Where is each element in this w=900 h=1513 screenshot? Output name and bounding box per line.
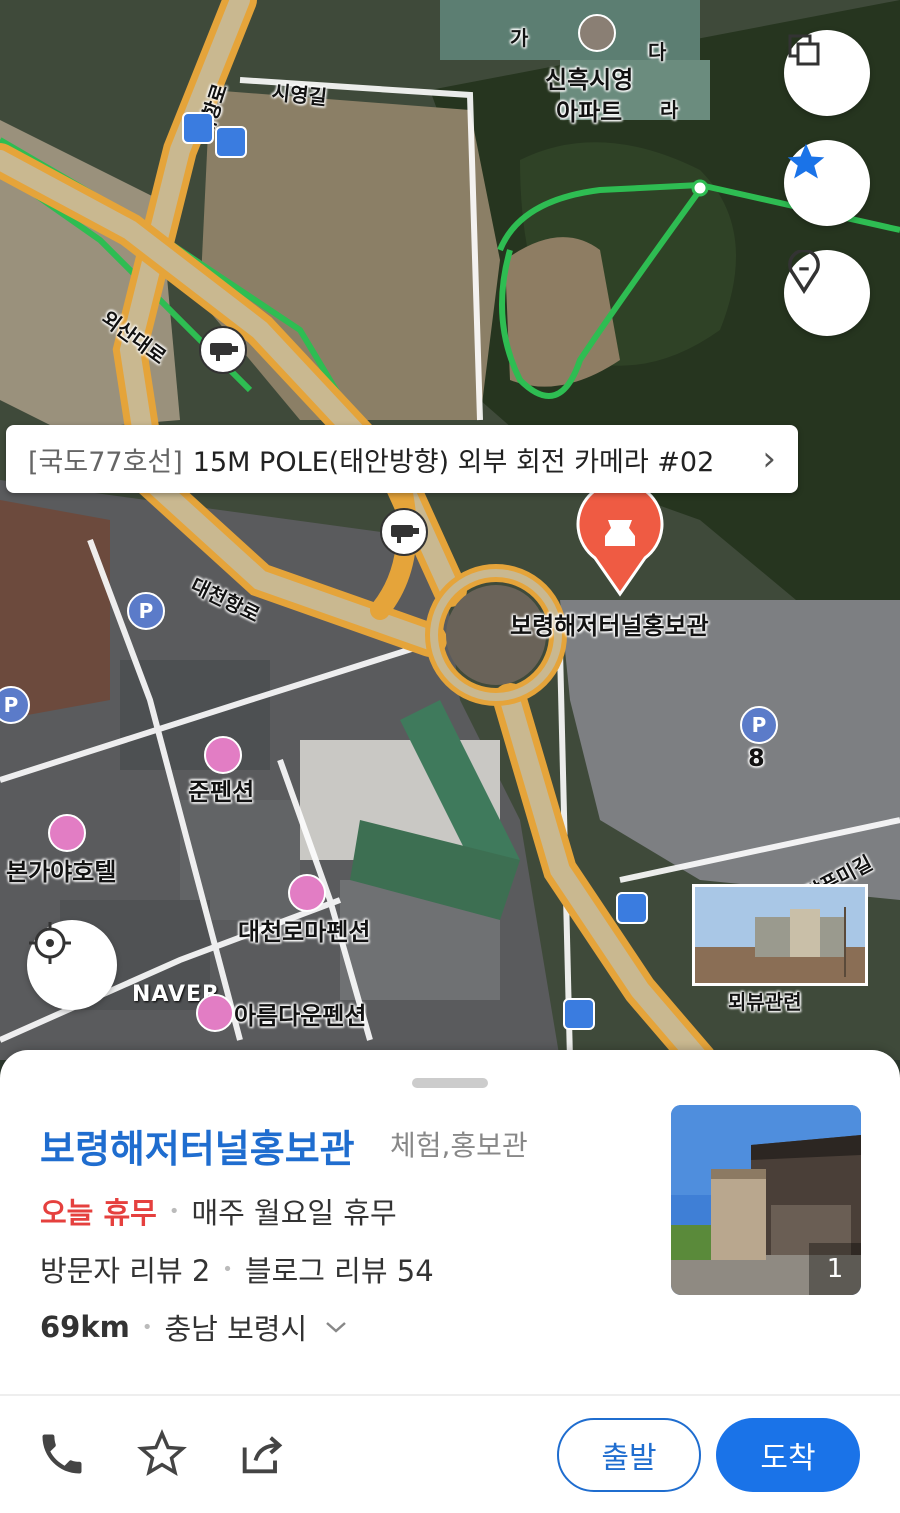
hours-row[interactable]: 오늘 휴무 • 매주 월요일 휴무 [40, 1190, 397, 1232]
separator-dot: • [168, 1200, 180, 1222]
place-title[interactable]: 보령해저터널홍보관 [40, 1118, 355, 1173]
arrive-route-button[interactable]: 도착 [716, 1418, 860, 1492]
apartment-icon[interactable] [578, 14, 616, 52]
bus-stop-icon[interactable] [182, 112, 214, 144]
distance-text: 69km [40, 1310, 130, 1344]
region-text: 충남 보령시 [164, 1312, 308, 1346]
share-button[interactable] [236, 1428, 288, 1480]
pension-icon[interactable] [204, 736, 242, 774]
divider [0, 1394, 900, 1396]
cctv-title: 15M POLE(태안방향) 외부 회전 카메라 #02 [192, 446, 715, 478]
save-button[interactable] [136, 1428, 188, 1480]
chevron-right-icon: › [762, 439, 776, 479]
block-label-ra: 라 [660, 98, 679, 122]
pension-icon[interactable] [288, 874, 326, 912]
cctv-category: [국도77호선] [28, 446, 183, 478]
cctv-info-banner[interactable]: [국도77호선] 15M POLE(태안방향) 외부 회전 카메라 #02 › [6, 425, 798, 493]
apartment-label-line2: 아파트 [556, 98, 623, 126]
pin-icon [788, 250, 820, 294]
road-label-siyeong-gil: 시영길 [270, 80, 328, 110]
favorite-layer-button[interactable] [784, 140, 870, 226]
place-photo[interactable]: 1 [671, 1105, 861, 1295]
blog-reviews-link[interactable]: 블로그 리뷰 54 [245, 1248, 434, 1290]
bus-stop-icon[interactable] [616, 892, 648, 924]
separator-dot: • [141, 1316, 153, 1338]
poi-label-daecheon-roma[interactable]: 대천로마펜션 [238, 912, 370, 947]
star-outline-icon [137, 1429, 187, 1477]
location-pin-button[interactable] [784, 250, 870, 336]
sheet-drag-handle[interactable] [412, 1078, 488, 1088]
poi-label-junpension[interactable]: 준펜션 [188, 772, 254, 807]
start-route-button[interactable]: 출발 [557, 1418, 701, 1492]
selected-place-marker[interactable] [575, 488, 665, 598]
block-label-ga: 가 [510, 26, 529, 50]
bus-stop-icon[interactable] [215, 126, 247, 158]
share-icon [242, 1436, 283, 1474]
parking-count-label: 8 [748, 744, 765, 772]
place-category: 체험,홍보관 [390, 1129, 528, 1162]
call-button[interactable] [36, 1428, 88, 1480]
map-photo-thumbnail[interactable] [692, 884, 868, 986]
visitor-reviews-link[interactable]: 방문자 리뷰 2 [40, 1248, 210, 1290]
place-info-sheet[interactable]: 보령해저터널홍보관 체험,홍보관 오늘 휴무 • 매주 월요일 휴무 방문자 리… [0, 1050, 900, 1513]
chevron-down-icon[interactable] [321, 1317, 351, 1337]
parking-icon[interactable]: P [127, 592, 165, 630]
bus-stop-icon[interactable] [563, 998, 595, 1030]
phone-icon [42, 1434, 82, 1474]
layers-button[interactable] [784, 30, 870, 116]
apartment-label-line1: 신흑시영 [545, 66, 634, 94]
hotel-icon[interactable] [48, 814, 86, 852]
crosshair-icon [29, 922, 71, 964]
address-row[interactable]: 69km • 충남 보령시 [40, 1306, 351, 1348]
pension-icon[interactable] [196, 994, 234, 1032]
map-view[interactable]: 신흑시영 아파트 가 다 라 시영길 대항로 외산대로 대천항로 보령해저터널홍… [0, 0, 900, 1060]
reviews-row[interactable]: 방문자 리뷰 2 • 블로그 리뷰 54 [40, 1248, 434, 1290]
separator-dot: • [222, 1258, 233, 1280]
poi-label-areumdaun[interactable]: 아름다운펜션 [234, 996, 366, 1031]
parking-icon[interactable]: P [740, 706, 778, 744]
gps-button[interactable] [27, 920, 117, 1010]
poi-label[interactable]: 보령해저터널홍보관 [510, 606, 709, 641]
layers-icon [788, 34, 820, 66]
block-label-da: 다 [648, 40, 667, 64]
cctv-camera-icon[interactable] [199, 326, 247, 374]
photo-count-badge: 1 [809, 1243, 861, 1295]
map-photo-caption: 뫼뷰관련 [728, 990, 802, 1014]
status-detail: 매주 월요일 휴무 [191, 1196, 397, 1230]
cctv-camera-icon[interactable] [380, 508, 428, 556]
poi-label-bongaya-hotel[interactable]: 본가야호텔 [6, 852, 116, 887]
status-closed: 오늘 휴무 [40, 1196, 157, 1230]
star-icon [787, 143, 825, 179]
